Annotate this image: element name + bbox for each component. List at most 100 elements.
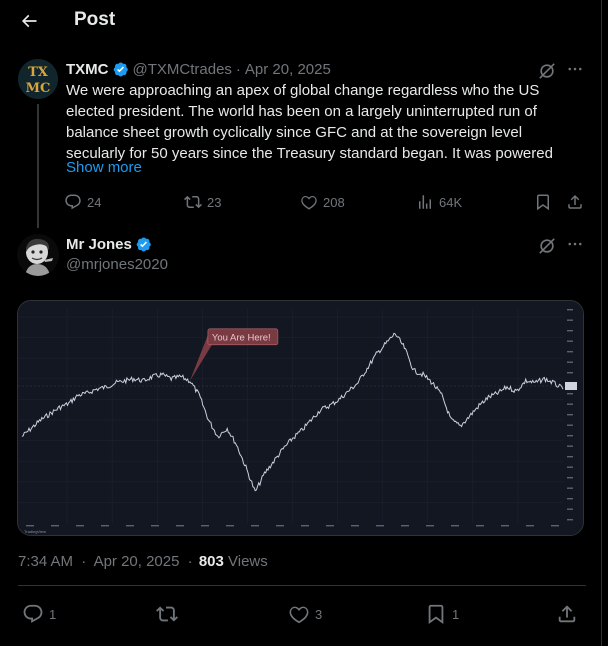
post-time[interactable]: 7:34 AM: [18, 553, 73, 570]
more-icon: [568, 67, 582, 71]
bookmark-button[interactable]: [534, 190, 552, 214]
separator-dot: ·: [81, 553, 87, 570]
like-button[interactable]: 3: [288, 600, 322, 628]
x-tick: [376, 525, 384, 527]
author-handle[interactable]: @mrjones2020: [66, 256, 168, 273]
bookmark-icon: [428, 604, 444, 625]
x-tick: [301, 525, 309, 527]
x-tick: [176, 525, 184, 527]
tweet-text-line: balance sheet growth cyclically since GF…: [66, 124, 523, 141]
y-tick: [567, 414, 573, 416]
avatar[interactable]: TX MC: [18, 59, 58, 99]
repost-button[interactable]: [156, 600, 183, 628]
avatar-text-bottom: MC: [26, 81, 51, 96]
share-button[interactable]: [566, 190, 584, 214]
y-tick: [567, 403, 573, 405]
separator-dot: ·: [235, 60, 241, 78]
x-tick: [451, 525, 459, 527]
x-tick: [76, 525, 84, 527]
views-icon: [419, 195, 431, 209]
post-metadata: 7:34 AM · Apr 20, 2025 · 803 Views: [18, 553, 268, 570]
bookmark-button[interactable]: 1: [425, 600, 459, 628]
annotation-label: You Are Here!: [212, 332, 271, 343]
price-chart: You Are Here! TradingView: [18, 301, 583, 535]
reply-button[interactable]: 1: [22, 600, 56, 628]
verified-badge-icon: [112, 61, 129, 78]
x-tick: [226, 525, 234, 527]
chart-image[interactable]: You Are Here! TradingView: [17, 300, 584, 536]
x-tick: [551, 525, 559, 527]
y-tick: [567, 487, 573, 489]
views-button[interactable]: 64K: [416, 190, 462, 214]
repost-button[interactable]: 23: [184, 190, 221, 214]
x-tick: [501, 525, 509, 527]
price-marker: [565, 382, 577, 390]
reply-icon: [65, 194, 81, 210]
grok-button[interactable]: [535, 234, 559, 258]
share-button[interactable]: [556, 600, 578, 628]
x-tick: [151, 525, 159, 527]
divider: [18, 585, 586, 586]
avatar[interactable]: [17, 234, 59, 276]
thread-connector: [37, 104, 39, 228]
share-icon: [558, 605, 576, 623]
parent-tweet-header: TXMC @TXMCtrades · Apr 20, 2025: [66, 59, 331, 79]
txmc-logo-icon: TX MC: [18, 59, 58, 99]
chart-watermark: TradingView: [24, 529, 46, 534]
post-date[interactable]: Apr 20, 2025: [245, 61, 331, 78]
reply-count: 1: [49, 606, 57, 622]
y-tick: [567, 393, 573, 395]
x-tick: [126, 525, 134, 527]
back-button[interactable]: [14, 6, 44, 36]
page-title: Post: [74, 9, 116, 30]
tweet-text-line: elected president. The world has been on…: [66, 103, 537, 120]
grok-icon: [539, 63, 555, 79]
x-tick: [201, 525, 209, 527]
views-count: 64K: [439, 194, 463, 210]
y-tick: [567, 319, 573, 321]
y-tick: [567, 456, 573, 458]
separator-dot: ·: [187, 553, 193, 570]
x-tick: [426, 525, 434, 527]
x-tick: [351, 525, 359, 527]
y-tick: [567, 435, 573, 437]
x-tick: [26, 525, 34, 527]
y-tick: [567, 340, 573, 342]
parent-action-bar: 24 23 208 64K: [60, 190, 590, 214]
author-name[interactable]: Mr Jones: [66, 236, 132, 253]
y-tick: [567, 372, 573, 374]
post-date[interactable]: Apr 20, 2025: [94, 553, 180, 570]
bookmark-count: 1: [452, 606, 460, 622]
author-handle[interactable]: @TXMCtrades: [133, 61, 232, 78]
reply-icon: [23, 604, 43, 623]
y-tick: [567, 466, 573, 468]
reply-count: 24: [87, 194, 102, 210]
tweet-text-line: secularly for 50 years since the Treasur…: [66, 145, 553, 162]
author-name[interactable]: TXMC: [66, 61, 109, 78]
x-tick: [101, 525, 109, 527]
show-more-link[interactable]: Show more: [66, 159, 142, 176]
avatar-sketch-icon: [17, 234, 59, 276]
back-arrow-icon: [21, 14, 37, 28]
reply-button[interactable]: 24: [64, 190, 101, 214]
verified-badge-icon: [135, 236, 152, 253]
bookmark-icon: [537, 194, 549, 211]
repost-count: 23: [207, 194, 222, 210]
y-tick: [567, 508, 573, 510]
y-tick: [567, 477, 573, 479]
more-options-button[interactable]: [563, 232, 587, 256]
more-options-button[interactable]: [563, 57, 587, 81]
like-button[interactable]: 208: [300, 190, 345, 214]
x-tick: [276, 525, 284, 527]
y-tick: [567, 361, 573, 363]
grok-icon: [539, 238, 555, 254]
y-tick: [567, 445, 573, 447]
y-tick: [567, 330, 573, 332]
main-tweet-header: Mr Jones: [66, 234, 156, 254]
y-tick: [567, 351, 573, 353]
x-tick: [401, 525, 409, 527]
repost-icon: [156, 606, 178, 622]
main-action-bar: 1 3 1: [18, 600, 586, 628]
avatar-text-top: TX: [28, 65, 49, 80]
x-tick: [326, 525, 334, 527]
